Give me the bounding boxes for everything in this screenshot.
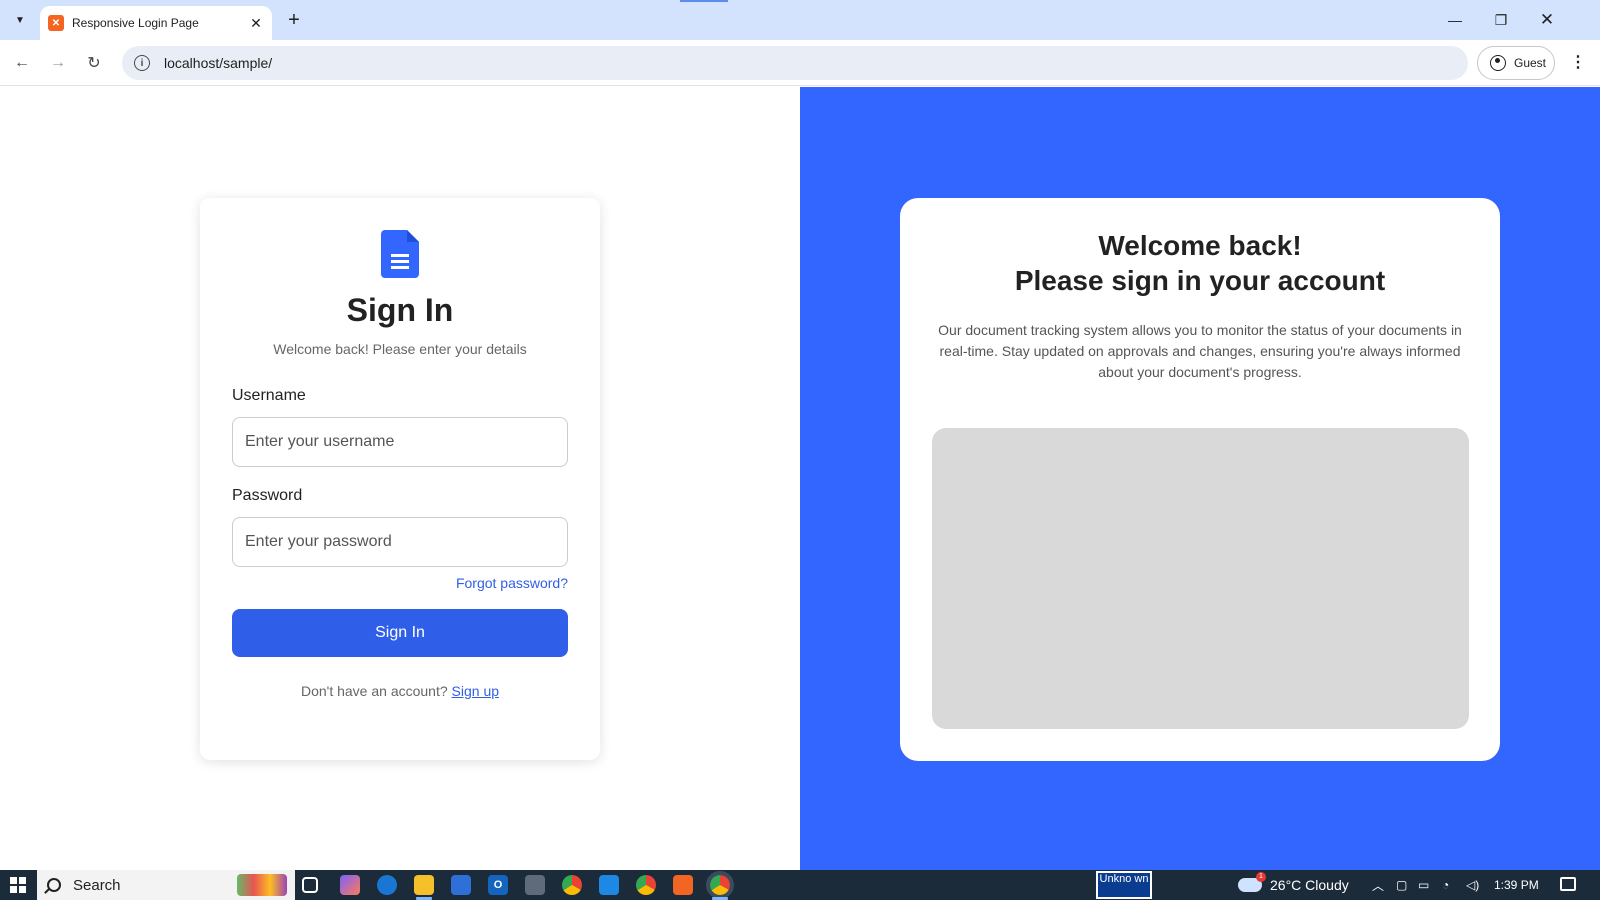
profile-icon <box>1490 55 1506 71</box>
restore-icon[interactable]: ❐ <box>1478 0 1524 40</box>
url-text[interactable]: localhost/sample/ <box>164 55 272 71</box>
reload-icon[interactable]: ↻ <box>81 50 107 76</box>
weather-temp: 26°C <box>1270 877 1302 893</box>
file-explorer-icon[interactable] <box>414 875 434 895</box>
page-title: Sign In <box>346 292 454 328</box>
welcome-heading-line2: Please sign in your account <box>1014 265 1386 296</box>
welcome-description: Our document tracking system allows you … <box>938 322 1462 380</box>
search-icon <box>47 878 61 892</box>
login-card: Sign In Welcome back! Please enter your … <box>200 198 600 760</box>
back-icon[interactable]: ← <box>9 50 35 76</box>
taskbar-search[interactable]: Search <box>37 870 295 900</box>
sign-in-button[interactable]: Sign In <box>232 609 568 657</box>
login-pane: Sign In Welcome back! Please enter your … <box>0 87 800 870</box>
chevron-up-icon[interactable]: ︿ <box>1372 870 1384 900</box>
forgot-password-link[interactable]: Forgot password? <box>232 575 568 591</box>
page-content: Sign In Welcome back! Please enter your … <box>0 87 1600 870</box>
search-highlight-image <box>237 874 287 896</box>
volume-icon[interactable]: ◁) <box>1466 870 1479 900</box>
store-icon[interactable] <box>451 875 471 895</box>
weather-condition: Cloudy <box>1305 877 1349 893</box>
taskbar-search-label: Search <box>73 876 121 894</box>
close-window-icon[interactable]: ✕ <box>1524 0 1570 40</box>
document-icon <box>381 230 419 278</box>
address-bar[interactable]: i localhost/sample/ <box>122 46 1468 80</box>
unknown-app-button[interactable]: Unkno wn <box>1096 871 1152 899</box>
taskbar: Search O Unkno wn 1 26°C Cloudy ︿ ▢ ▭ ◔ … <box>0 870 1600 900</box>
password-input[interactable] <box>232 517 568 567</box>
profile-label: Guest <box>1514 56 1547 70</box>
minimize-icon[interactable]: — <box>1432 0 1478 40</box>
chrome-profile-icon[interactable] <box>636 875 656 895</box>
welcome-heading-line1: Welcome back! <box>1098 230 1302 261</box>
battery-icon[interactable]: ▭ <box>1418 870 1429 900</box>
camera-icon[interactable] <box>525 875 545 895</box>
menu-icon[interactable]: ⋮ <box>1566 52 1590 76</box>
new-tab-button[interactable]: + <box>282 8 306 32</box>
close-tab-icon[interactable]: ✕ <box>248 15 264 32</box>
meet-icon[interactable]: ▢ <box>1396 870 1407 900</box>
page-subtitle: Welcome back! Please enter your details <box>273 341 527 357</box>
edge-icon[interactable] <box>377 875 397 895</box>
vscode-icon[interactable] <box>599 875 619 895</box>
username-input[interactable] <box>232 417 568 467</box>
windows-start-icon[interactable] <box>0 870 36 900</box>
weather-widget[interactable]: 1 26°C Cloudy <box>1238 870 1349 900</box>
chrome-active-icon[interactable] <box>706 871 734 899</box>
outlook-icon[interactable]: O <box>488 875 508 895</box>
xampp-icon: ✕ <box>48 15 64 31</box>
copilot-icon[interactable] <box>340 875 360 895</box>
tab-search-button[interactable]: ▼ <box>8 8 32 32</box>
welcome-card: Welcome back! Please sign in your accoun… <box>900 198 1500 761</box>
tab-title: Responsive Login Page <box>72 16 199 30</box>
forward-icon[interactable]: → <box>45 50 71 76</box>
weather-badge: 1 <box>1256 872 1266 882</box>
browser-toolbar: ← → ↻ i localhost/sample/ Guest ⋮ <box>0 40 1600 86</box>
sign-up-link[interactable]: Sign up <box>452 683 499 699</box>
username-label: Username <box>232 387 306 404</box>
signup-prompt-text: Don't have an account? <box>300 683 448 699</box>
site-info-icon[interactable]: i <box>134 55 150 71</box>
notification-icon[interactable] <box>1560 877 1576 891</box>
browser-tab[interactable]: ✕ Responsive Login Page ✕ <box>40 6 272 40</box>
xampp-taskbar-icon[interactable] <box>673 875 693 895</box>
password-label: Password <box>232 487 303 504</box>
signup-prompt: Don't have an account? Sign up <box>232 683 568 699</box>
profile-button[interactable]: Guest <box>1477 46 1555 80</box>
task-view-icon[interactable] <box>302 877 318 893</box>
wifi-icon[interactable]: ◔ <box>1442 870 1449 900</box>
welcome-pane: Welcome back! Please sign in your accoun… <box>800 87 1600 870</box>
loading-indicator <box>680 0 728 2</box>
cloud-icon: 1 <box>1238 872 1266 892</box>
chrome-icon[interactable] <box>562 875 582 895</box>
welcome-heading: Welcome back! Please sign in your accoun… <box>932 228 1468 298</box>
tab-strip: ▼ ✕ Responsive Login Page ✕ + — ❐ ✕ <box>0 0 1600 40</box>
clock[interactable]: 1:39 PM <box>1494 870 1539 900</box>
image-placeholder <box>932 428 1469 729</box>
